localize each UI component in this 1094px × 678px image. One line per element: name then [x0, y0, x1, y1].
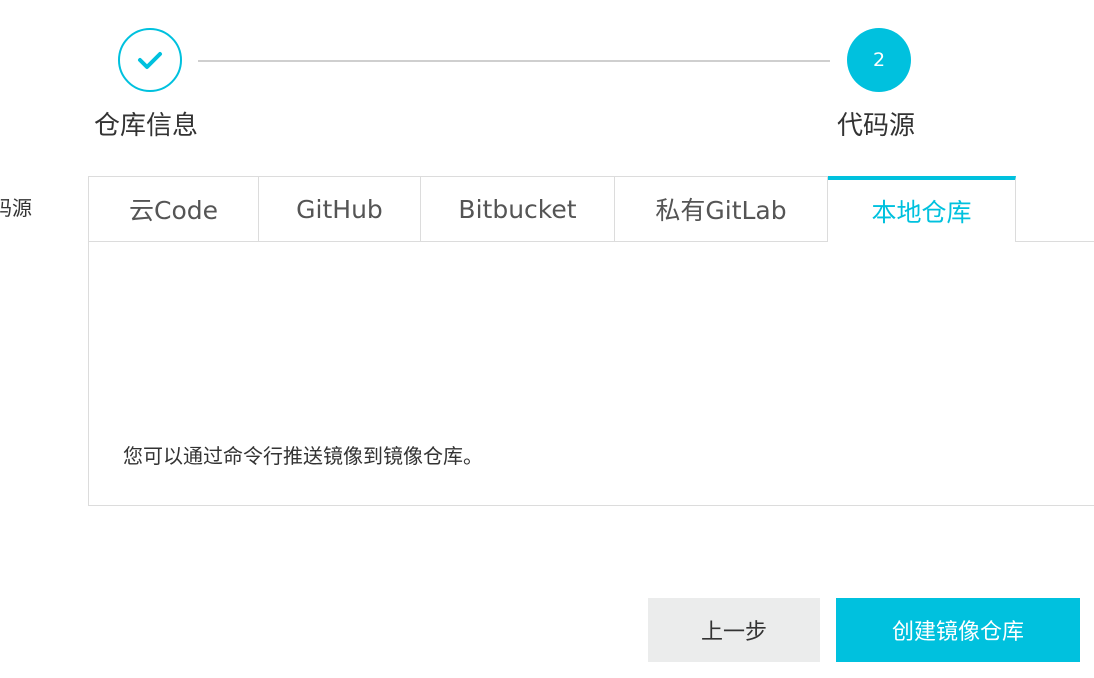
tab-private-gitlab[interactable]: 私有GitLab: [615, 176, 828, 241]
tab-content-panel: 您可以通过命令行推送镜像到镜像仓库。: [88, 242, 1094, 506]
tab-bitbucket[interactable]: Bitbucket: [421, 176, 615, 241]
create-repository-page: 2 仓库信息 代码源 码源 云Code GitHub Bitbucket 私有G…: [0, 0, 1094, 678]
create-repository-button[interactable]: 创建镜像仓库: [836, 598, 1080, 662]
code-source-field-label: 码源: [0, 196, 32, 220]
step-2-active-indicator: 2: [847, 28, 911, 92]
local-repository-hint: 您可以通过命令行推送镜像到镜像仓库。: [123, 444, 483, 468]
code-source-tabs: 云Code GitHub Bitbucket 私有GitLab 本地仓库: [88, 176, 1094, 242]
step-1-completed-indicator: [118, 28, 182, 92]
previous-step-button[interactable]: 上一步: [648, 598, 820, 662]
tab-local-repository[interactable]: 本地仓库: [828, 176, 1016, 242]
tab-github[interactable]: GitHub: [259, 176, 421, 241]
tab-cloud-code[interactable]: 云Code: [88, 176, 259, 241]
step-1-label: 仓库信息: [94, 111, 199, 141]
step-2-label: 代码源: [837, 111, 916, 141]
check-icon: [138, 52, 162, 69]
stepper-connector-line: [198, 60, 830, 62]
step-2-number: 2: [872, 49, 886, 71]
